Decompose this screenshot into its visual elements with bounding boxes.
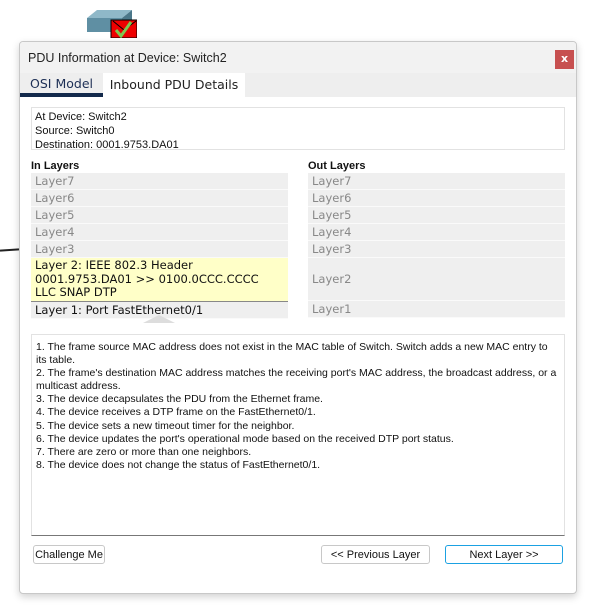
description-line: 3. The device decapsulates the PDU from … xyxy=(36,393,323,406)
out-layer-3[interactable]: Layer3 xyxy=(308,241,565,258)
in-layer-7[interactable]: Layer7 xyxy=(31,173,288,190)
in-layer-2[interactable]: Layer 2: IEEE 802.3 Header 0001.9753.DA0… xyxy=(31,258,288,302)
description-line: 7. There are zero or more than one neigh… xyxy=(36,445,252,458)
network-link xyxy=(0,248,20,252)
layer2-line: 0001.9753.DA01 >> 0100.0CCC.CCCC xyxy=(35,271,259,286)
in-layers-list: Layer7 Layer6 Layer5 Layer4 Layer3 Layer… xyxy=(31,173,288,319)
dialog-title: PDU Information at Device: Switch2 xyxy=(28,51,227,65)
description-line: 1. The frame source MAC address does not… xyxy=(36,341,548,367)
pdu-information-dialog: PDU Information at Device: Switch2 x OSI… xyxy=(19,41,577,594)
out-layer-1[interactable]: Layer1 xyxy=(308,301,565,318)
up-arrow-icon xyxy=(143,315,175,323)
next-layer-button[interactable]: Next Layer >> xyxy=(445,545,563,564)
source: Source: Switch0 xyxy=(35,125,115,137)
challenge-me-button[interactable]: Challenge Me xyxy=(33,545,105,564)
out-layer-2[interactable]: Layer2 xyxy=(308,258,565,301)
in-layer-3[interactable]: Layer3 xyxy=(31,241,288,258)
layer-description: 1. The frame source MAC address does not… xyxy=(31,334,565,536)
tab-inbound-pdu-details[interactable]: Inbound PDU Details xyxy=(103,73,245,97)
description-line: 4. The device receives a DTP frame on th… xyxy=(36,406,316,419)
destination: Destination: 0001.9753.DA01 xyxy=(35,139,179,151)
description-line: 5. The device sets a new timeout timer f… xyxy=(36,419,295,432)
in-layer-6[interactable]: Layer6 xyxy=(31,190,288,207)
device-info-box: At Device: Switch2 Source: Switch0 Desti… xyxy=(31,107,565,151)
layer2-line: LLC SNAP DTP xyxy=(35,285,117,299)
out-layer-7[interactable]: Layer7 xyxy=(308,173,565,190)
tab-osi-model[interactable]: OSI Model xyxy=(20,73,103,97)
tab-bar: OSI Model Inbound PDU Details xyxy=(20,73,576,97)
switch-icon[interactable] xyxy=(87,8,137,38)
out-layer-4[interactable]: Layer4 xyxy=(308,224,565,241)
title-bar[interactable]: PDU Information at Device: Switch2 x xyxy=(20,42,576,73)
out-layer-5[interactable]: Layer5 xyxy=(308,207,565,224)
in-layer-5[interactable]: Layer5 xyxy=(31,207,288,224)
layer2-line: Layer 2: IEEE 802.3 Header xyxy=(35,258,193,272)
description-line: 2. The frame's destination MAC address m… xyxy=(36,367,557,393)
out-layers-label: Out Layers xyxy=(308,160,366,172)
close-button[interactable]: x xyxy=(555,50,574,69)
in-layers-label: In Layers xyxy=(31,160,80,172)
at-device: At Device: Switch2 xyxy=(35,111,127,123)
in-layer-4[interactable]: Layer4 xyxy=(31,224,288,241)
previous-layer-button[interactable]: << Previous Layer xyxy=(321,545,430,564)
out-layers-list: Layer7 Layer6 Layer5 Layer4 Layer3 Layer… xyxy=(308,173,565,318)
description-line: 8. The device does not change the status… xyxy=(36,458,321,471)
description-line: 6. The device updates the port's operati… xyxy=(36,432,454,445)
out-layer-6[interactable]: Layer6 xyxy=(308,190,565,207)
